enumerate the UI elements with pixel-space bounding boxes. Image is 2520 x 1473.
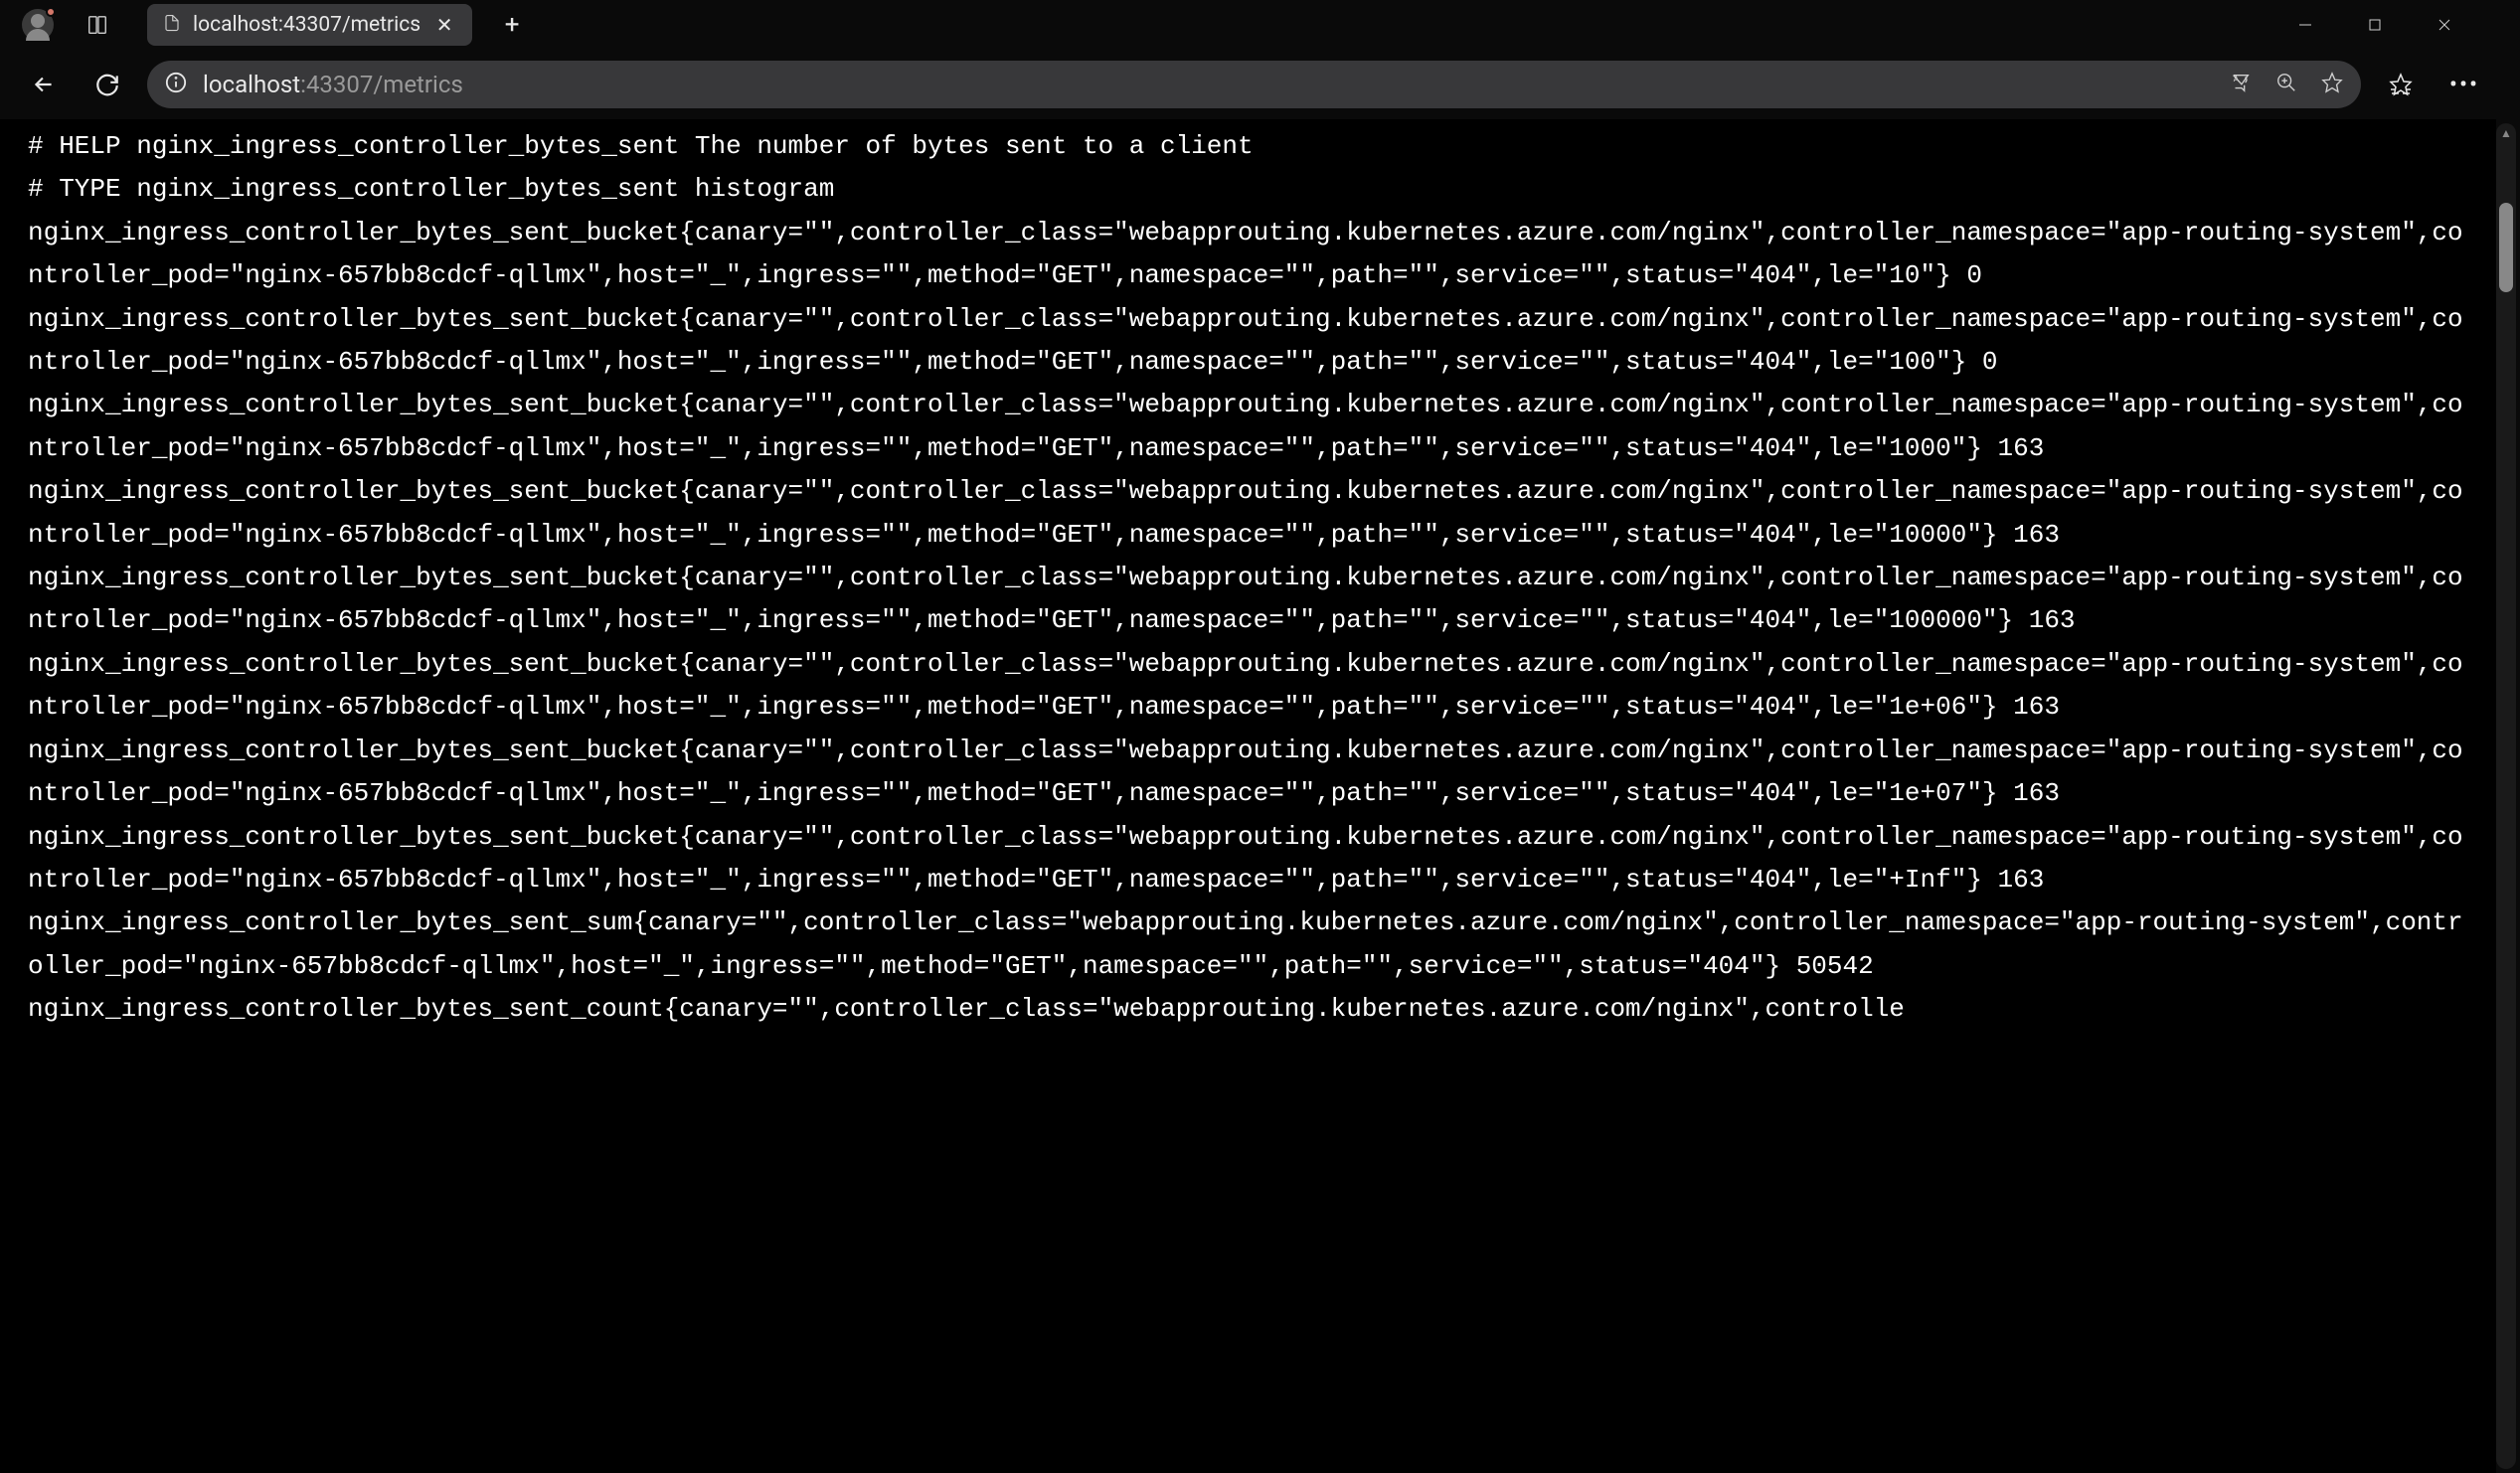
workspaces-icon bbox=[86, 14, 108, 36]
read-aloud-button[interactable]: A bbox=[2230, 72, 2252, 97]
close-icon bbox=[2436, 17, 2452, 33]
settings-menu-button[interactable]: ••• bbox=[2440, 61, 2488, 108]
refresh-icon bbox=[94, 72, 120, 97]
url-host: localhost bbox=[203, 71, 300, 98]
workspaces-button[interactable] bbox=[78, 5, 117, 45]
close-tab-button[interactable]: ✕ bbox=[432, 13, 456, 37]
address-bar[interactable]: localhost:43307/metrics A bbox=[147, 61, 2361, 108]
maximize-icon bbox=[2367, 17, 2383, 33]
read-aloud-icon: A bbox=[2230, 72, 2252, 93]
vertical-scrollbar[interactable]: ▲ bbox=[2496, 123, 2516, 1469]
profile-icon[interactable] bbox=[22, 9, 54, 41]
star-icon bbox=[2321, 72, 2343, 93]
svg-text:A: A bbox=[2234, 75, 2240, 84]
favorites-button[interactable] bbox=[2377, 61, 2425, 108]
favorite-button[interactable] bbox=[2321, 72, 2343, 97]
maximize-button[interactable] bbox=[2355, 5, 2395, 45]
info-icon bbox=[165, 72, 187, 93]
page-icon bbox=[163, 14, 181, 36]
refresh-button[interactable] bbox=[84, 61, 131, 108]
scrollbar-thumb[interactable] bbox=[2499, 203, 2513, 292]
metrics-text[interactable]: # HELP nginx_ingress_controller_bytes_se… bbox=[28, 125, 2468, 1032]
zoom-icon bbox=[2275, 72, 2297, 93]
url-path: :43307/metrics bbox=[300, 71, 463, 98]
tab-title: localhost:43307/metrics bbox=[193, 13, 420, 37]
browser-tab[interactable]: localhost:43307/metrics ✕ bbox=[147, 4, 472, 46]
back-arrow-icon bbox=[31, 72, 57, 97]
favorites-icon bbox=[2389, 73, 2413, 96]
notification-dot bbox=[46, 7, 56, 17]
minimize-icon bbox=[2297, 17, 2313, 33]
new-tab-button[interactable]: + bbox=[492, 5, 532, 45]
back-button[interactable] bbox=[20, 61, 68, 108]
url-text: localhost:43307/metrics bbox=[203, 71, 2214, 98]
minimize-button[interactable] bbox=[2285, 5, 2325, 45]
zoom-button[interactable] bbox=[2275, 72, 2297, 97]
page-content: # HELP nginx_ingress_controller_bytes_se… bbox=[0, 119, 2496, 1473]
close-window-button[interactable] bbox=[2425, 5, 2464, 45]
more-icon: ••• bbox=[2449, 71, 2479, 98]
site-info-button[interactable] bbox=[165, 72, 187, 97]
scroll-up-button[interactable]: ▲ bbox=[2496, 123, 2516, 143]
